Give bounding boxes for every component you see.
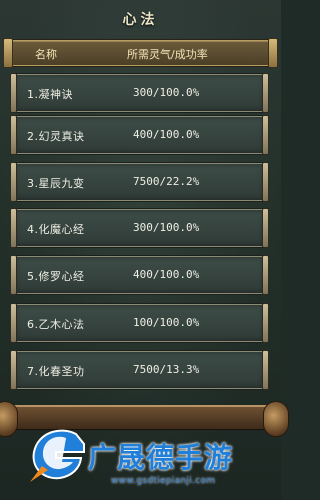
header-cap-right [268,38,278,68]
skill-row-2[interactable]: 2.幻灵真诀 400/100.0% [10,115,269,155]
skill-row-4[interactable]: 4.化魔心经 300/100.0% [10,208,269,248]
watermark-site: www.gsdtiepianji.com [111,476,216,486]
skill-row-6[interactable]: 6.乙木心法 100/100.0% [10,303,269,343]
row-cap-right [262,350,269,390]
row-cap-left [10,115,17,155]
skill-row-1[interactable]: 1.凝神诀 300/100.0% [10,73,269,113]
row-cap-left [10,303,17,343]
skill-requirement: 7500/13.3% [133,363,200,376]
skill-requirement: 100/100.0% [133,316,200,329]
skill-name: 2.幻灵真诀 [27,130,85,143]
row-cap-right [262,303,269,343]
header-cap-left [3,38,13,68]
row-cap-left [10,208,17,248]
row-cap-right [262,255,269,295]
skill-name: 5.修罗心经 [27,270,85,283]
skill-requirement: 7500/22.2% [133,175,200,188]
row-cap-left [10,162,17,202]
row-cap-left [10,350,17,390]
skill-name: 6.乙木心法 [27,318,85,331]
table-header: 名称 所需灵气/成功率 [3,38,278,68]
skill-requirement: 400/100.0% [133,128,200,141]
skill-name: 4.化魔心经 [27,223,85,236]
page-title: 心法 [122,12,159,28]
header-name-label: 名称 [35,48,57,61]
skill-name: 7.化春圣功 [27,365,85,378]
row-cap-right [262,162,269,202]
skill-requirement: 400/100.0% [133,268,200,281]
header-requirement-label: 所需灵气/成功率 [127,48,208,61]
row-cap-right [262,73,269,113]
row-cap-right [262,115,269,155]
skill-name: 3.星辰九变 [27,177,85,190]
row-cap-left [10,255,17,295]
row-cap-left [10,73,17,113]
row-cap-right [262,208,269,248]
skill-row-3[interactable]: 3.星辰九变 7500/22.2% [10,162,269,202]
skill-name: 1.凝神诀 [27,88,73,101]
scroll-roller-left [0,401,18,437]
skill-requirement: 300/100.0% [133,86,200,99]
skill-row-5[interactable]: 5.修罗心经 400/100.0% [10,255,269,295]
watermark-brand: 广晟德手游 [88,441,234,474]
scroll-roller-right [263,401,289,437]
skill-row-7[interactable]: 7.化春圣功 7500/13.3% [10,350,269,390]
g-logo-icon [30,429,85,482]
skill-requirement: 300/100.0% [133,221,200,234]
